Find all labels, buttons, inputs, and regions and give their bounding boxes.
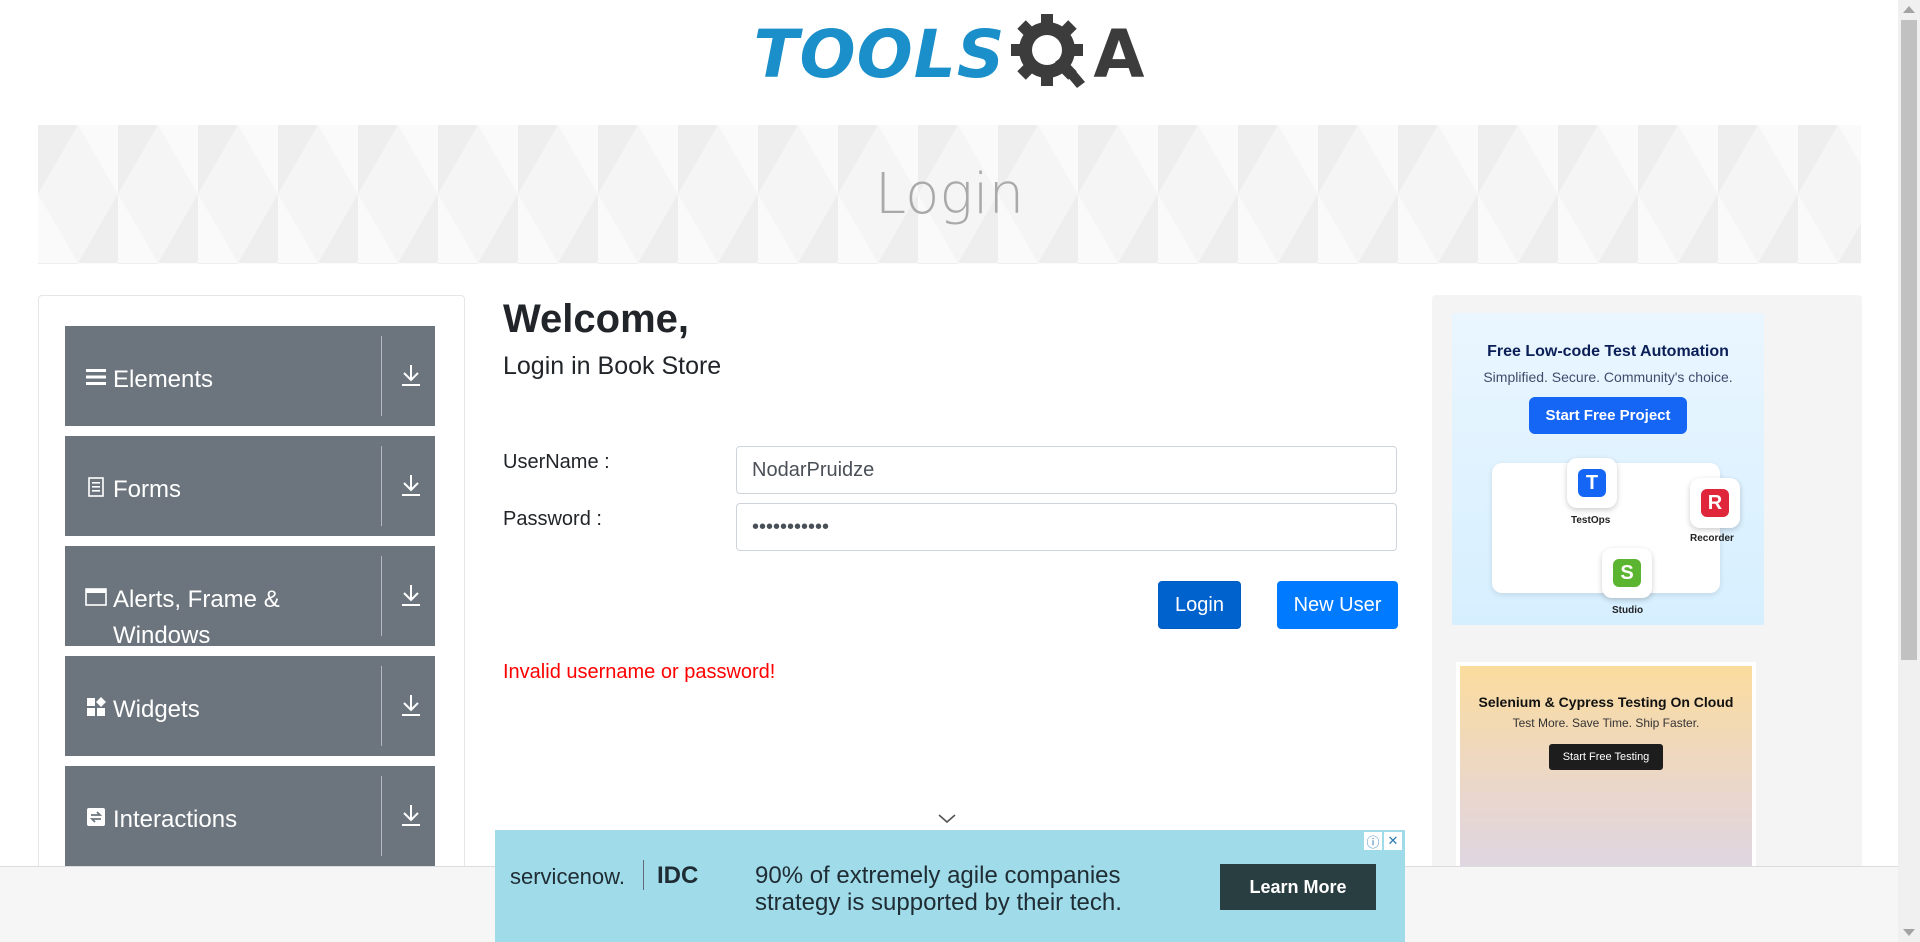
ad-subtitle: Test More. Save Time. Ship Faster. [1512,716,1700,730]
ad-title: Selenium & Cypress Testing On Cloud [1478,694,1734,710]
login-subtitle: Login in Book Store [503,352,722,380]
close-icon[interactable]: ✕ [1384,832,1402,850]
divider [381,446,382,526]
new-user-button[interactable]: New User [1277,581,1398,629]
sidebar-group-alerts-frame-windows[interactable]: Alerts, Frame & Windows [65,546,435,649]
divider [381,336,382,416]
logo-suffix: A [1093,15,1145,93]
info-icon[interactable]: ⓘ [1364,832,1382,850]
ad-tile-label: Recorder [1690,533,1734,544]
toolsqa-logo[interactable]: TOOLS A [753,12,1144,96]
recorder-icon: R [1690,478,1740,528]
username-label: UserName : [503,451,610,473]
scroll-up-icon[interactable] [1903,6,1915,13]
servicenow-logo: servicenow. [510,864,625,889]
logo-text: TOOLS [753,15,1006,93]
download-icon[interactable] [399,362,423,388]
sidebar-group-label: Forms [113,476,181,503]
welcome-heading: Welcome, [503,297,689,341]
scroll-down-icon[interactable] [1903,929,1915,936]
error-message: Invalid username or password! [503,661,776,683]
divider [381,666,382,746]
ad-cta-button[interactable]: Start Free Testing [1548,744,1664,770]
widgets-icon [85,696,107,718]
logo-qa: A [1009,12,1144,96]
divider [381,776,382,856]
ad-cta-button[interactable]: Start Free Project [1529,397,1687,434]
chevron-down-icon[interactable] [935,808,959,828]
idc-logo: IDC [657,862,699,889]
scrollbar[interactable] [1898,0,1920,942]
interactions-icon [85,806,107,828]
testops-icon: T [1567,458,1617,508]
sidebar-group-widgets[interactable]: Widgets [65,656,435,756]
window-icon [85,586,107,608]
sidebar-group-label: Widgets [113,696,200,723]
bottom-ad-banner[interactable]: servicenow. IDC 90% of extremely agile c… [495,830,1405,942]
right-ad-column: Free Low-code Test Automation Simplified… [1432,295,1862,902]
ad-subtitle: Simplified. Secure. Community's choice. [1483,369,1733,385]
password-input[interactable] [736,503,1397,551]
page-banner: Login [38,125,1861,264]
sidebar-group-label: Interactions [113,806,238,833]
sidebar-group-elements[interactable]: Elements [65,326,435,426]
gear-icon [1009,12,1093,96]
username-input[interactable] [736,446,1397,494]
password-label: Password : [503,508,602,530]
download-icon[interactable] [399,472,423,498]
studio-icon: S [1602,548,1652,598]
ad-low-code-automation[interactable]: Free Low-code Test Automation Simplified… [1452,313,1764,625]
page-title: Login [874,162,1025,227]
document-icon [85,476,107,498]
ad-title: Free Low-code Test Automation [1487,343,1729,360]
ad-text: 90% of extremely agile companies strateg… [755,862,1122,916]
sidebar-group-forms[interactable]: Forms [65,436,435,536]
ad-tile-label: Studio [1612,605,1644,616]
login-button[interactable]: Login [1158,581,1241,629]
divider [381,556,382,636]
scrollbar-thumb[interactable] [1901,20,1917,660]
sidebar: Elements Forms Alerts, Frame & Windows W… [38,295,465,895]
download-icon[interactable] [399,692,423,718]
sidebar-group-label: Elements [113,366,214,393]
download-icon[interactable] [399,802,423,828]
sidebar-group-interactions[interactable]: Interactions [65,766,435,866]
download-icon[interactable] [399,582,423,608]
divider [643,860,644,890]
learn-more-button[interactable]: Learn More [1220,864,1376,910]
ad-tile-label: TestOps [1571,515,1611,526]
site-header: TOOLS A [0,0,1898,120]
hamburger-icon [85,366,107,388]
sidebar-group-label: Alerts, Frame & Windows [113,586,280,649]
